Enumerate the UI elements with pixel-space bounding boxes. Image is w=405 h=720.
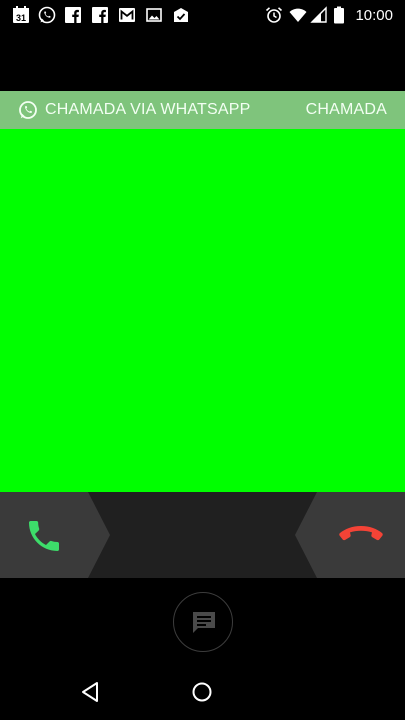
navigation-bar — [0, 664, 405, 720]
whatsapp-icon — [38, 6, 56, 24]
message-icon — [193, 612, 215, 633]
alarm-icon — [265, 6, 283, 24]
reply-with-message-button[interactable] — [173, 592, 233, 652]
status-bar: 31 10:00 — [0, 0, 405, 32]
home-icon[interactable] — [190, 680, 214, 704]
decline-call-button[interactable] — [295, 492, 405, 578]
call-header: CHAMADA VIA WHATSAPP CHAMADA — [0, 91, 405, 129]
calendar-icon: 31 — [12, 6, 30, 24]
call-source-label: CHAMADA VIA WHATSAPP — [45, 101, 251, 118]
facebook-icon — [91, 6, 109, 24]
call-type-label: CHAMADA — [305, 101, 387, 118]
hang-up-icon — [339, 526, 383, 541]
call-action-bar — [0, 492, 405, 578]
calendar-day: 31 — [16, 13, 26, 23]
signal-icon — [310, 6, 328, 24]
gmail-icon — [118, 6, 136, 24]
caller-photo — [0, 129, 405, 492]
wifi-icon — [289, 6, 307, 24]
answer-call-button[interactable] — [0, 492, 110, 578]
phone-icon — [29, 521, 59, 551]
whatsapp-icon — [18, 100, 38, 120]
facebook-icon — [64, 6, 82, 24]
back-icon[interactable] — [78, 680, 102, 704]
image-icon — [145, 6, 163, 24]
battery-icon — [333, 6, 345, 24]
task-icon — [172, 6, 190, 24]
status-clock: 10:00 — [355, 7, 393, 24]
